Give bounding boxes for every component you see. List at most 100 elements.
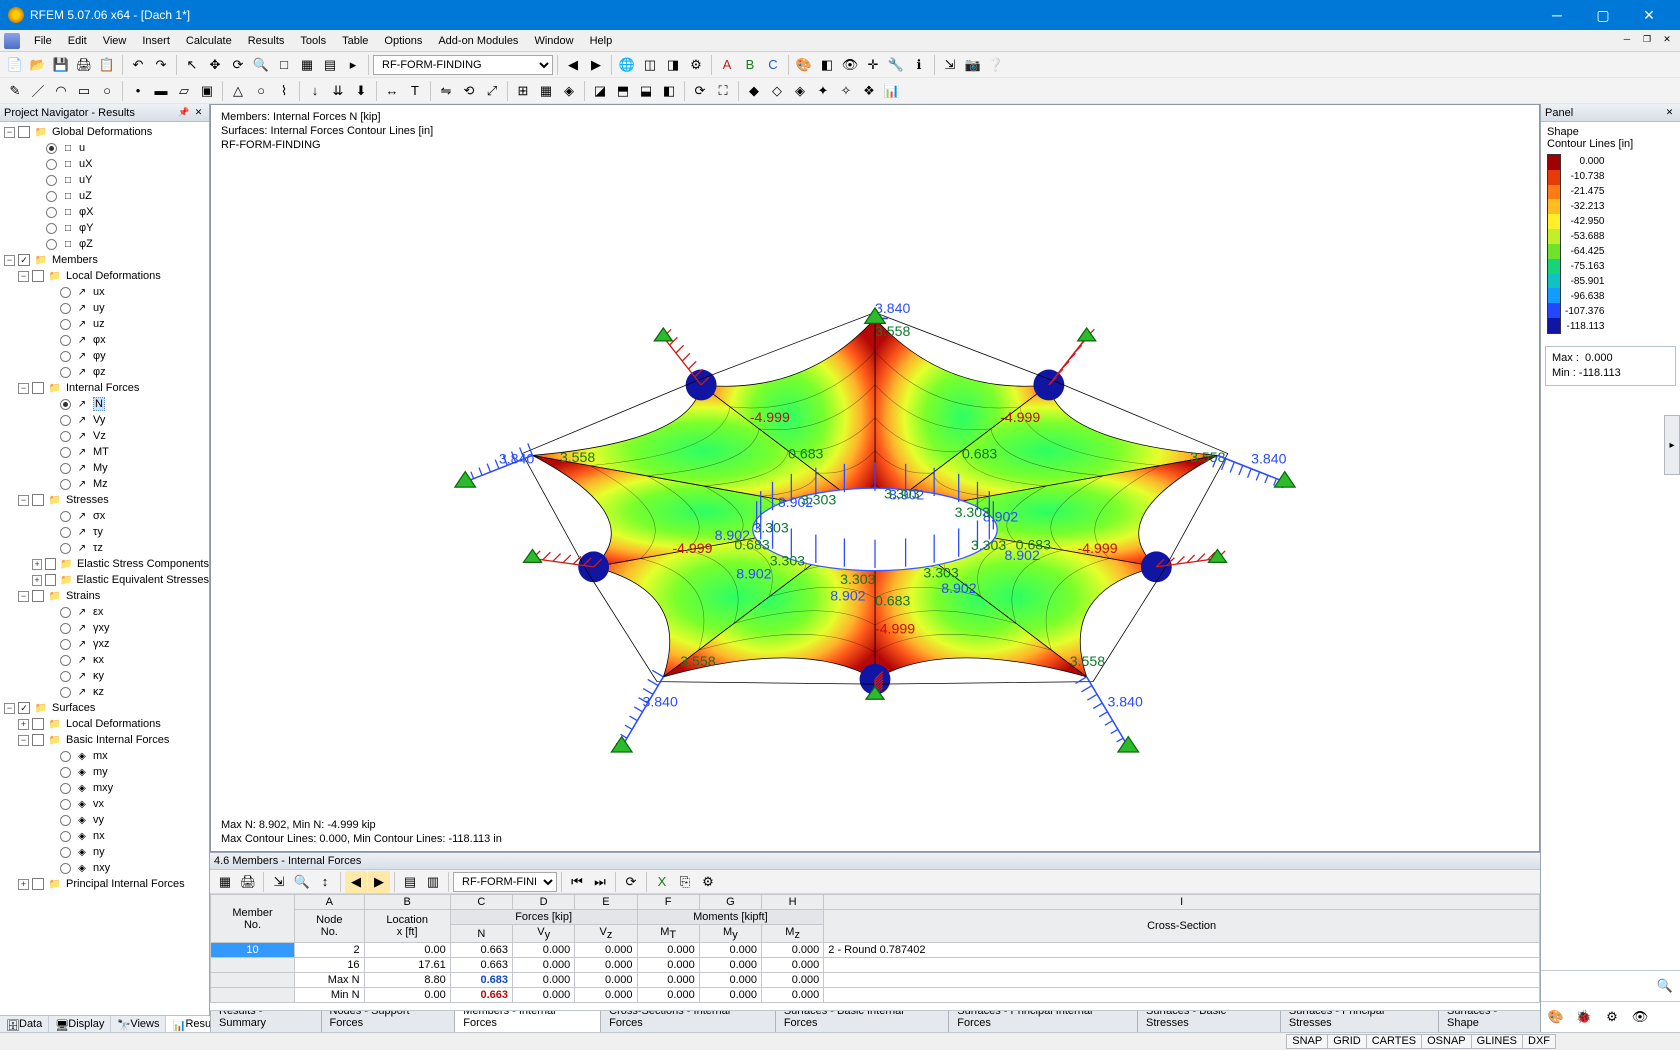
menu-view[interactable]: View <box>95 33 135 49</box>
results-tab-surfaces-principal-stresses[interactable]: Surfaces - Principal Stresses <box>1280 1010 1439 1032</box>
status-dxf[interactable]: DXF <box>1522 1034 1556 1049</box>
tree-item--z[interactable]: ↗τz <box>0 540 209 556</box>
dim-icon[interactable]: ↔ <box>381 80 403 102</box>
menu-calculate[interactable]: Calculate <box>178 33 240 49</box>
show-icon[interactable]: 👁 <box>839 54 861 76</box>
undo-icon[interactable]: ↶ <box>127 54 149 76</box>
tree-item--xy[interactable]: ↗γxy <box>0 620 209 636</box>
tree-item--z[interactable]: ↗κz <box>0 684 209 700</box>
results-tab-surfaces-shape[interactable]: Surfaces - Shape <box>1438 1010 1540 1032</box>
results-tab-cross-sections-internal-forces[interactable]: Cross-Sections - Internal Forces <box>600 1010 776 1032</box>
zoom-icon[interactable]: 🔍 <box>250 54 272 76</box>
tree-item--z[interactable]: ↗φz <box>0 364 209 380</box>
node-icon[interactable]: • <box>127 80 149 102</box>
navigator-tree[interactable]: −📁Global Deformations□u□uX□uY□uZ□φX□φY□φ… <box>0 122 209 1015</box>
tree-item-mx[interactable]: ◈mx <box>0 748 209 764</box>
results-refresh-icon[interactable]: ⟳ <box>620 871 642 893</box>
results-sort-icon[interactable]: ↕ <box>314 871 336 893</box>
tree-item-local-deformations[interactable]: +📁Local Deformations <box>0 716 209 732</box>
square-icon[interactable]: □ <box>273 54 295 76</box>
menu-insert[interactable]: Insert <box>134 33 178 49</box>
hinge-icon[interactable]: ○ <box>250 80 272 102</box>
tree-item-mxy[interactable]: ◈mxy <box>0 780 209 796</box>
status-snap[interactable]: SNAP <box>1286 1034 1328 1049</box>
tree-item-elastic-stress-components[interactable]: +📁Elastic Stress Components <box>0 556 209 572</box>
results-first-icon[interactable]: ⏮ <box>566 871 588 893</box>
tree-item--y[interactable]: ↗τy <box>0 524 209 540</box>
menu-file[interactable]: File <box>26 33 60 49</box>
menu-results[interactable]: Results <box>240 33 293 49</box>
view-iso-icon[interactable]: ◪ <box>589 80 611 102</box>
results-find-icon[interactable]: 🔍 <box>291 871 313 893</box>
export-icon[interactable]: ⇲ <box>939 54 961 76</box>
status-osnap[interactable]: OSNAP <box>1421 1034 1472 1049</box>
info-icon[interactable]: ℹ <box>908 54 930 76</box>
print-icon[interactable]: 🖨 <box>73 54 95 76</box>
box-icon[interactable]: ◫ <box>639 54 661 76</box>
tree-item--z[interactable]: □φZ <box>0 236 209 252</box>
b-icon[interactable]: B <box>739 54 761 76</box>
misc2-icon[interactable]: ◇ <box>766 80 788 102</box>
pencil-icon[interactable]: ✎ <box>4 80 26 102</box>
text-icon[interactable]: T <box>404 80 426 102</box>
model-viewport[interactable]: Members: Internal Forces N [kip]Surfaces… <box>210 104 1540 852</box>
c-icon[interactable]: C <box>762 54 784 76</box>
load-icon[interactable]: ↓ <box>304 80 326 102</box>
prev-icon[interactable]: ◀ <box>562 54 584 76</box>
gear-icon[interactable]: ⚙ <box>685 54 707 76</box>
tree-item-principal-internal-forces[interactable]: +📁Principal Internal Forces <box>0 876 209 892</box>
menu-edit[interactable]: Edit <box>60 33 95 49</box>
results-print-icon[interactable]: 🖨 <box>237 871 259 893</box>
tree-item--x[interactable]: □φX <box>0 204 209 220</box>
calc-icon[interactable]: ▸ <box>342 54 364 76</box>
tree-item-uy[interactable]: □uY <box>0 172 209 188</box>
tree-item--xz[interactable]: ↗γxz <box>0 636 209 652</box>
snap-icon[interactable]: ⊞ <box>512 80 534 102</box>
tree-item-nx[interactable]: ◈nx <box>0 828 209 844</box>
view-top-icon[interactable]: ⬒ <box>612 80 634 102</box>
help-icon[interactable]: ❔ <box>985 54 1007 76</box>
tree-item-surfaces[interactable]: −✓📁Surfaces <box>0 700 209 716</box>
redo-icon[interactable]: ↷ <box>150 54 172 76</box>
tree-item-mt[interactable]: ↗MT <box>0 444 209 460</box>
tree-item-members[interactable]: −✓📁Members <box>0 252 209 268</box>
results-tab-members-internal-forces[interactable]: Members - Internal Forces <box>454 1010 601 1032</box>
tree-item-local-deformations[interactable]: −📁Local Deformations <box>0 268 209 284</box>
tree-item-ux[interactable]: □uX <box>0 156 209 172</box>
view-side-icon[interactable]: ◧ <box>658 80 680 102</box>
results-grid[interactable]: MemberNo.ABCDEFGHINodeNo.Locationx [ft]F… <box>210 894 1540 1010</box>
legend-palette-icon[interactable]: 🎨 <box>1545 1006 1567 1028</box>
results-last-icon[interactable]: ⏭ <box>589 871 611 893</box>
legend-eye-icon[interactable]: 👁 <box>1629 1006 1651 1028</box>
legend-bug-icon[interactable]: 🐞 <box>1573 1006 1595 1028</box>
tree-item-elastic-equivalent-stresses[interactable]: +📁Elastic Equivalent Stresses <box>0 572 209 588</box>
arc-icon[interactable]: ◠ <box>50 80 72 102</box>
misc4-icon[interactable]: ✦ <box>812 80 834 102</box>
member-icon[interactable]: ▬ <box>150 80 172 102</box>
rotate-icon[interactable]: ⟳ <box>227 54 249 76</box>
camera-icon[interactable]: 📷 <box>962 54 984 76</box>
scale-icon[interactable]: ⤢ <box>481 80 503 102</box>
tree-item-ny[interactable]: ◈ny <box>0 844 209 860</box>
a-icon[interactable]: A <box>716 54 738 76</box>
results-csv-icon[interactable]: ⎘ <box>674 871 696 893</box>
save-icon[interactable]: 💾 <box>50 54 72 76</box>
results-prev-icon[interactable]: ◀ <box>345 871 367 893</box>
mdi-close-button[interactable]: ✕ <box>1658 34 1676 48</box>
panel-icon[interactable]: ▤ <box>319 54 341 76</box>
tree-item-global-deformations[interactable]: −📁Global Deformations <box>0 124 209 140</box>
wrench-icon[interactable]: 🔧 <box>885 54 907 76</box>
rotate2-icon[interactable]: ⟲ <box>458 80 480 102</box>
status-glines[interactable]: GLINES <box>1471 1034 1523 1049</box>
areaload-icon[interactable]: ⬇ <box>350 80 372 102</box>
globe-icon[interactable]: 🌐 <box>616 54 638 76</box>
next-icon[interactable]: ▶ <box>585 54 607 76</box>
mdi-minimize-button[interactable]: ─ <box>1618 34 1636 48</box>
results-tab-nodes-support-forces[interactable]: Nodes - Support Forces <box>321 1010 456 1032</box>
copy-icon[interactable]: 📋 <box>96 54 118 76</box>
tree-item--y[interactable]: ↗κy <box>0 668 209 684</box>
tree-item-uz[interactable]: ↗uz <box>0 316 209 332</box>
tree-item-basic-internal-forces[interactable]: −📁Basic Internal Forces <box>0 732 209 748</box>
menu-tools[interactable]: Tools <box>292 33 334 49</box>
results-filter-icon[interactable]: ▦ <box>214 871 236 893</box>
